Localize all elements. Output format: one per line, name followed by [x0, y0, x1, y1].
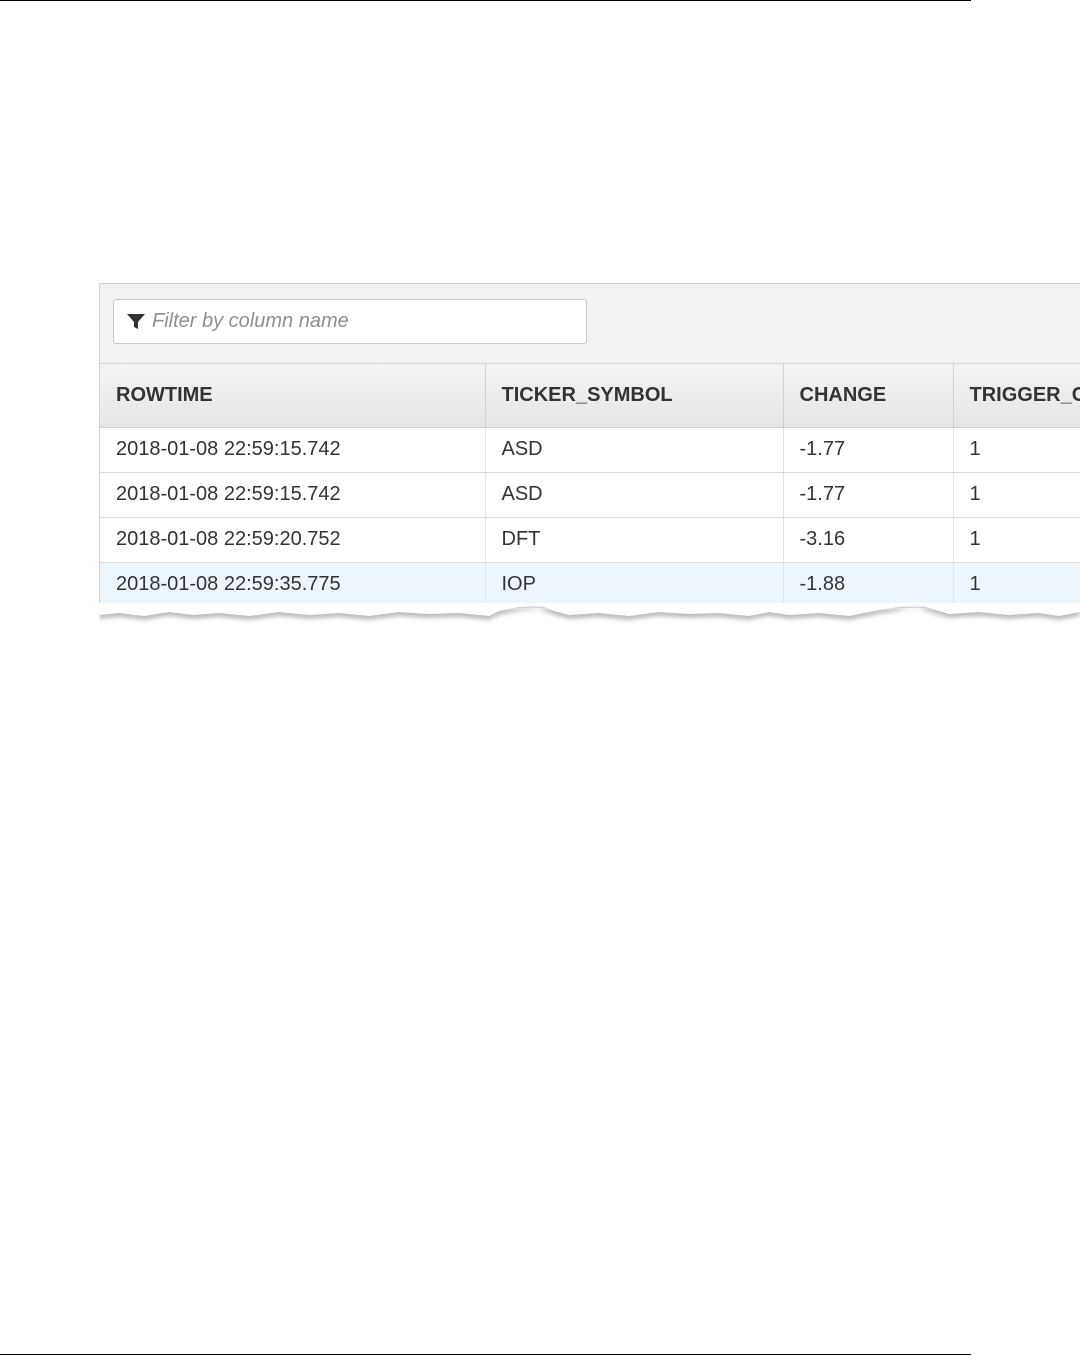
table-row-highlighted[interactable]: 2018-01-08 22:59:35.775 IOP -1.88 1	[100, 562, 1080, 608]
filter-icon	[127, 313, 145, 330]
table-row[interactable]: 2018-01-08 22:59:20.752 DFT -3.16 1	[100, 517, 1080, 563]
cell-change: -3.16	[783, 517, 954, 563]
cell-trigger: 1	[953, 562, 1080, 608]
filter-field[interactable]	[113, 299, 587, 344]
cell-ticker-symbol: DFT	[485, 517, 784, 563]
cell-change: -1.88	[783, 562, 954, 608]
filter-input[interactable]	[152, 310, 572, 333]
cell-rowtime: 2018-01-08 22:59:15.742	[100, 472, 486, 518]
column-header-change[interactable]: CHANGE	[783, 364, 954, 428]
cell-ticker-symbol: ASD	[485, 472, 784, 518]
cell-ticker-symbol: ASD	[485, 427, 784, 473]
cell-trigger: 1	[953, 517, 1080, 563]
cell-ticker-symbol: IOP	[485, 562, 784, 608]
cell-change: -1.77	[783, 472, 954, 518]
column-header-rowtime[interactable]: ROWTIME	[100, 364, 486, 428]
results-panel: ROWTIME TICKER_SYMBOL CHANGE TRIGGER_C 2…	[99, 283, 1080, 609]
cell-rowtime: 2018-01-08 22:59:15.742	[100, 427, 486, 473]
cell-trigger: 1	[953, 472, 1080, 518]
column-header-trigger[interactable]: TRIGGER_C	[953, 364, 1080, 428]
torn-edge-decoration	[99, 603, 1080, 620]
cell-trigger: 1	[953, 427, 1080, 473]
results-table: ROWTIME TICKER_SYMBOL CHANGE TRIGGER_C 2…	[100, 364, 1080, 608]
page-top-rule	[0, 0, 971, 1]
results-toolbar	[100, 284, 1080, 364]
cell-rowtime: 2018-01-08 22:59:35.775	[100, 562, 486, 608]
table-row[interactable]: 2018-01-08 22:59:15.742 ASD -1.77 1	[100, 427, 1080, 473]
table-row[interactable]: 2018-01-08 22:59:15.742 ASD -1.77 1	[100, 472, 1080, 518]
table-header-row: ROWTIME TICKER_SYMBOL CHANGE TRIGGER_C	[100, 364, 1080, 428]
cell-rowtime: 2018-01-08 22:59:20.752	[100, 517, 486, 563]
cell-change: -1.77	[783, 427, 954, 473]
column-header-ticker-symbol[interactable]: TICKER_SYMBOL	[485, 364, 784, 428]
